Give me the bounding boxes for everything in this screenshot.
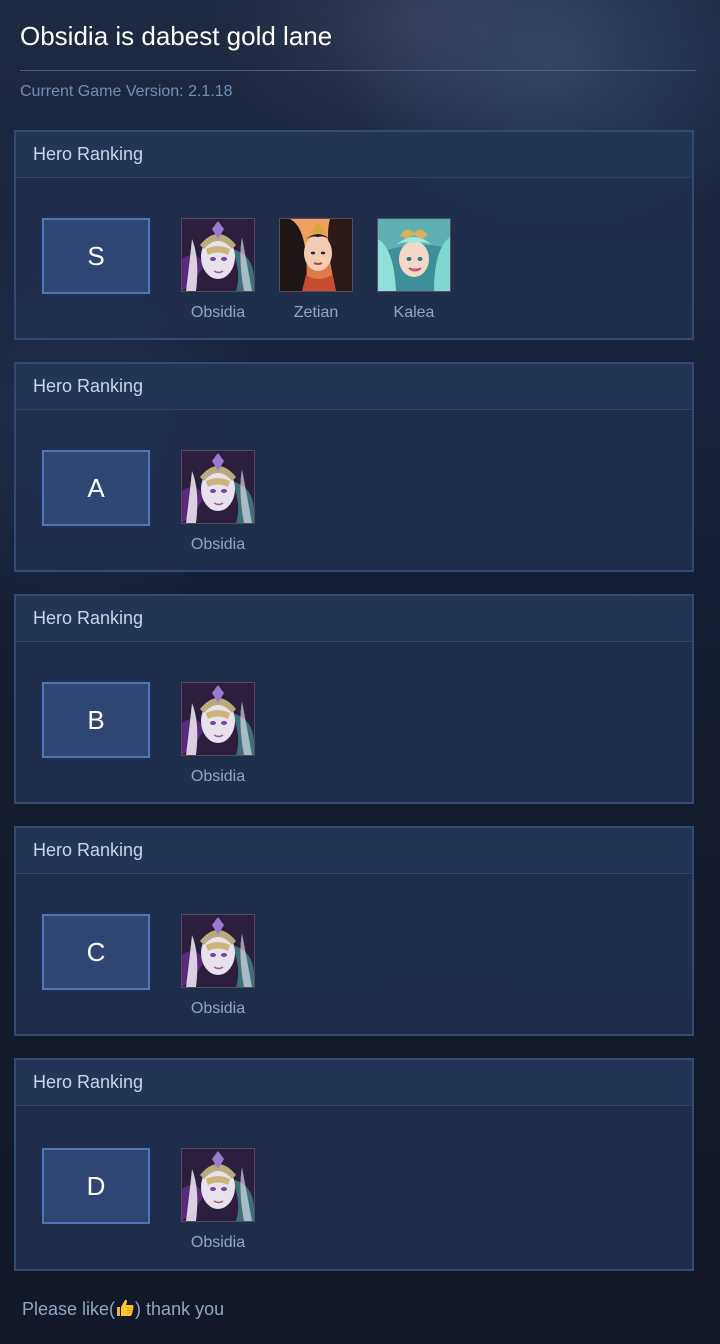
title-divider	[20, 70, 696, 71]
hero-kalea[interactable]: Kalea	[365, 218, 463, 323]
tier-badge-a: A	[42, 450, 150, 526]
footer-text-before: Please like(	[22, 1299, 116, 1319]
footer-note: Please like( ) thank you	[22, 1297, 224, 1321]
hero-name: Obsidia	[190, 1234, 246, 1251]
obsidia-portrait[interactable]	[181, 450, 255, 524]
hero-name: Obsidia	[190, 536, 246, 553]
tier-card-a: Hero Ranking A Obsidia	[14, 362, 694, 572]
card-header: Hero Ranking	[16, 132, 692, 178]
footer-text-after: ) thank you	[135, 1299, 225, 1319]
hero-name: Kalea	[393, 304, 435, 321]
obsidia-portrait[interactable]	[181, 682, 255, 756]
hero-name: Obsidia	[190, 1000, 246, 1017]
hero-obsidia[interactable]: Obsidia	[169, 450, 267, 555]
tier-badge-s: S	[42, 218, 150, 294]
page-title: Obsidia is dabest gold lane	[20, 21, 333, 51]
hero-name: Zetian	[293, 304, 339, 321]
tier-card-d: Hero Ranking D Obsidia	[14, 1058, 694, 1271]
obsidia-portrait[interactable]	[181, 218, 255, 292]
hero-zetian[interactable]: Zetian	[267, 218, 365, 323]
hero-name: Obsidia	[190, 304, 246, 321]
hero-name: Obsidia	[190, 768, 246, 785]
hero-obsidia[interactable]: Obsidia	[169, 914, 267, 1019]
kalea-portrait[interactable]	[377, 218, 451, 292]
tier-badge-c: C	[42, 914, 150, 990]
hero-obsidia[interactable]: Obsidia	[169, 218, 267, 323]
tier-badge-b: B	[42, 682, 150, 758]
zetian-portrait[interactable]	[279, 218, 353, 292]
tier-card-c: Hero Ranking C Obsidia	[14, 826, 694, 1036]
obsidia-portrait[interactable]	[181, 1148, 255, 1222]
tier-card-b: Hero Ranking B Obsidia	[14, 594, 694, 804]
card-header: Hero Ranking	[16, 828, 692, 874]
game-version-text: Current Game Version: 2.1.18	[20, 83, 233, 100]
hero-obsidia[interactable]: Obsidia	[169, 682, 267, 787]
card-header: Hero Ranking	[16, 1060, 692, 1106]
tier-card-s: Hero Ranking S Obsidia Zetian Kalea	[14, 130, 694, 340]
card-header: Hero Ranking	[16, 364, 692, 410]
hero-obsidia[interactable]: Obsidia	[169, 1148, 267, 1253]
obsidia-portrait[interactable]	[181, 914, 255, 988]
thumbs-up-icon	[115, 1298, 135, 1318]
tier-badge-d: D	[42, 1148, 150, 1224]
card-header: Hero Ranking	[16, 596, 692, 642]
